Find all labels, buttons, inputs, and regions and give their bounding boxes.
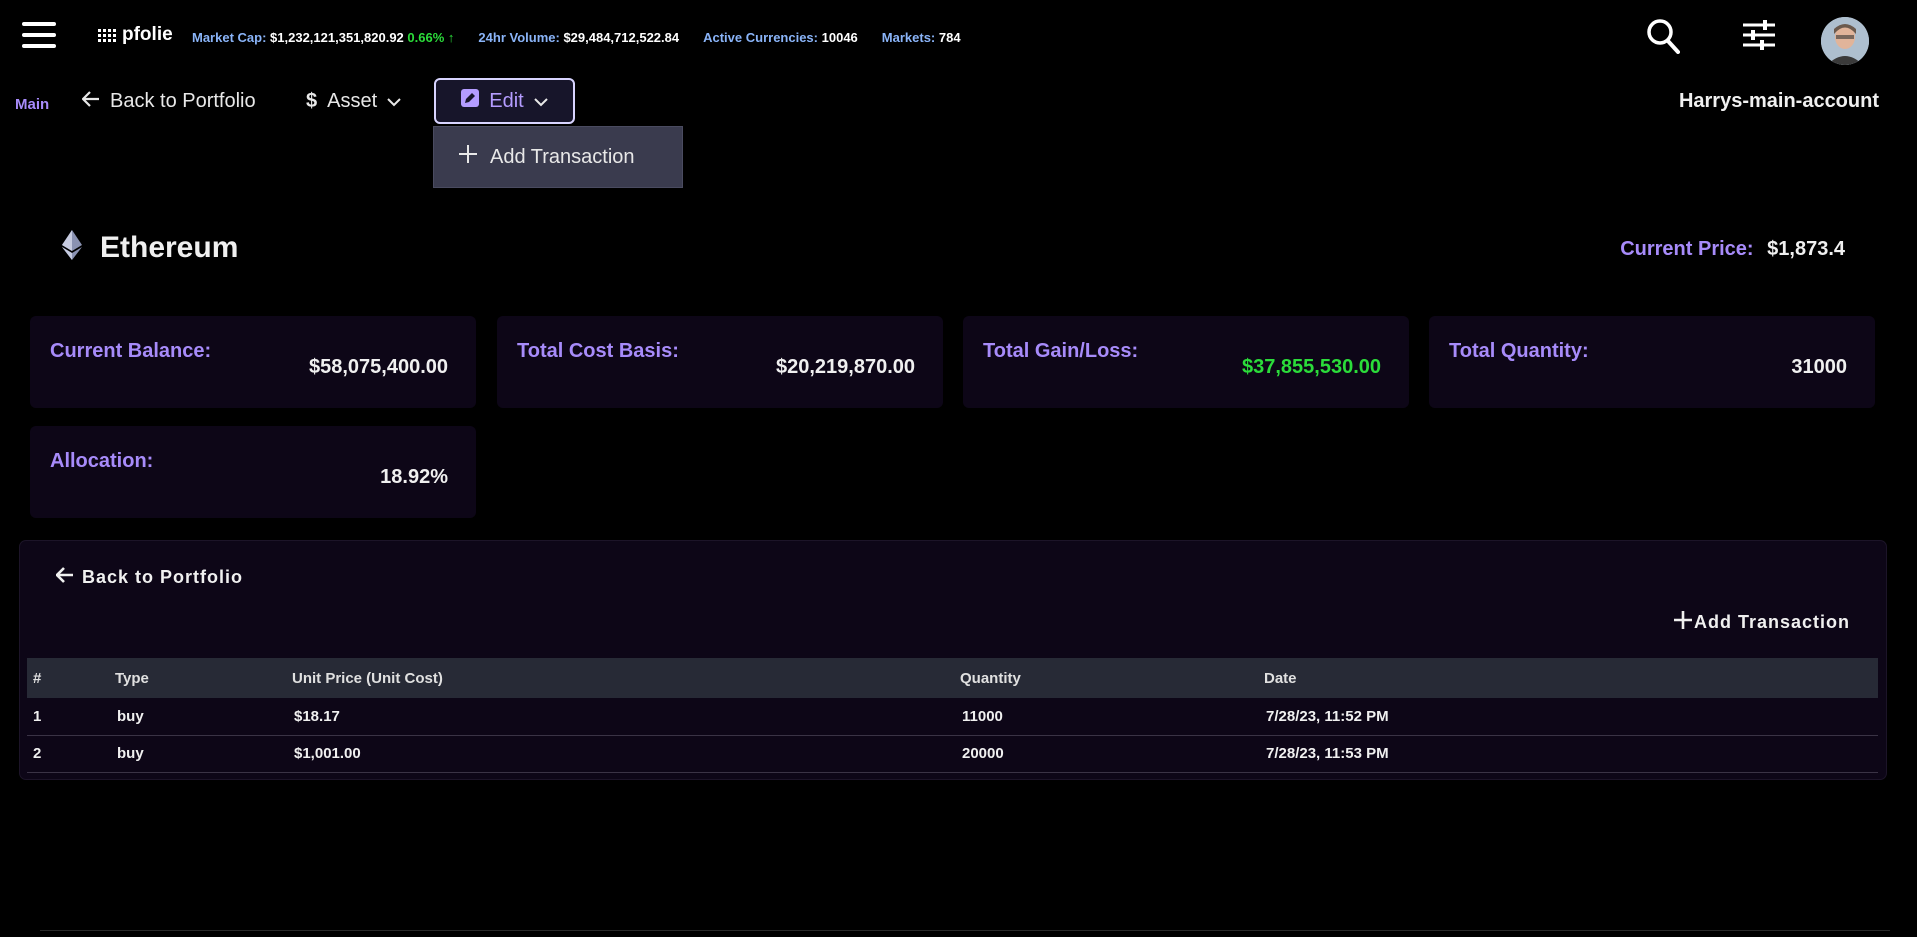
stat-change: 0.66% <box>407 30 445 45</box>
current-price-label: Current Price: <box>1620 238 1754 260</box>
logo-text: pfolie <box>122 24 173 45</box>
plus-icon <box>1673 611 1692 634</box>
current-price: Current Price: $1,873.4 <box>1620 238 1845 261</box>
stat-active-currencies: Active Currencies: 10046 <box>703 30 858 45</box>
transactions-table: # Type Unit Price (Unit Cost) Quantity D… <box>27 658 1878 773</box>
arrow-left-icon <box>55 567 74 588</box>
logo[interactable]: pfolie <box>98 24 173 46</box>
edit-icon <box>461 89 480 113</box>
stat-label: 24hr Volume: <box>478 30 560 45</box>
stat-value: $29,484,712,522.84 <box>563 30 680 45</box>
card-label: Allocation: <box>50 450 154 472</box>
panel-add-transaction-button[interactable]: Add Transaction <box>1673 611 1850 634</box>
card-total-quantity: Total Quantity: 31000 <box>1429 316 1875 408</box>
table-header-row: # Type Unit Price (Unit Cost) Quantity D… <box>27 658 1878 698</box>
card-total-gain-loss: Total Gain/Loss: $37,855,530.00 <box>963 316 1409 408</box>
chevron-down-icon <box>387 90 401 113</box>
card-label: Current Balance: <box>50 340 212 362</box>
stat-volume: 24hr Volume: $29,484,712,522.84 <box>478 30 679 45</box>
stat-markets: Markets: 784 <box>882 30 961 45</box>
column-header-quantity[interactable]: Quantity <box>960 658 1264 698</box>
stat-label: Active Currencies: <box>703 30 818 45</box>
asset-name: Ethereum <box>100 230 239 264</box>
stat-market-cap: Market Cap: $1,232,121,351,820.92 0.66% … <box>192 30 454 45</box>
cell-unit-price: $1,001.00 <box>294 745 361 762</box>
search-icon[interactable] <box>1646 18 1680 59</box>
column-header-type[interactable]: Type <box>115 658 292 698</box>
panel-back-label: Back to Portfolio <box>82 567 244 587</box>
card-total-cost-basis: Total Cost Basis: $20,219,870.00 <box>497 316 943 408</box>
cell-quantity: 20000 <box>962 745 1004 762</box>
table-row[interactable]: 1 buy $18.17 11000 7/28/23, 11:52 PM <box>27 698 1878 735</box>
footer-divider <box>40 930 1890 931</box>
asset-title: Ethereum <box>62 230 238 265</box>
panel-add-label: Add Transaction <box>1693 612 1850 632</box>
ethereum-icon <box>62 230 82 265</box>
cell-unit-price: $18.17 <box>294 707 340 725</box>
dropdown-item-label: Add Transaction <box>490 145 635 168</box>
back-to-portfolio-label: Back to Portfolio <box>110 90 256 112</box>
panel-back-to-portfolio-button[interactable]: Back to Portfolio <box>55 567 244 588</box>
card-label: Total Gain/Loss: <box>983 340 1139 362</box>
plus-icon <box>458 144 478 170</box>
top-bar: pfolie Market Cap: $1,232,121,351,820.92… <box>0 0 1917 76</box>
column-header-unit-price[interactable]: Unit Price (Unit Cost) <box>292 658 960 698</box>
stat-label: Market Cap: <box>192 30 267 45</box>
column-header-number[interactable]: # <box>27 658 115 698</box>
sub-nav: Main Back to Portfolio $ Asset Edit Harr… <box>0 78 1917 124</box>
card-label: Total Cost Basis: <box>517 340 679 362</box>
logo-icon <box>98 28 116 42</box>
edit-menu-label: Edit <box>489 89 524 112</box>
transactions-panel: Back to Portfolio Add Transaction # Type… <box>20 541 1886 779</box>
arrow-left-icon <box>81 90 100 113</box>
account-name: Harrys-main-account <box>1678 90 1879 112</box>
current-price-value: $1,873.4 <box>1767 238 1845 260</box>
asset-menu-label: Asset <box>327 90 378 112</box>
cell-quantity: 11000 <box>962 707 1003 725</box>
avatar[interactable] <box>1821 17 1869 65</box>
column-header-date[interactable]: Date <box>1264 658 1878 698</box>
card-current-balance: Current Balance: $58,075,400.00 <box>30 316 476 408</box>
cell-type: buy <box>117 745 144 762</box>
cell-number: 2 <box>33 745 42 762</box>
asset-menu[interactable]: $ Asset <box>306 90 401 113</box>
stat-label: Markets: <box>881 30 936 45</box>
table-row[interactable]: 2 buy $1,001.00 20000 7/28/23, 11:53 PM <box>27 735 1878 772</box>
cell-date: 7/28/23, 11:52 PM <box>1266 707 1389 725</box>
card-value: $20,219,870.00 <box>775 356 915 378</box>
menu-icon[interactable] <box>22 22 56 48</box>
breadcrumb-main[interactable]: Main <box>15 96 49 113</box>
card-label: Total Quantity: <box>1449 340 1589 362</box>
card-allocation: Allocation: 18.92% <box>30 426 476 518</box>
cell-type: buy <box>117 707 144 725</box>
card-value: $58,075,400.00 <box>308 356 448 378</box>
stat-value: 784 <box>938 30 961 45</box>
edit-menu-button[interactable]: Edit <box>434 78 575 124</box>
dollar-icon: $ <box>306 90 318 112</box>
chevron-down-icon <box>534 90 548 113</box>
edit-dropdown-add-transaction[interactable]: Add Transaction <box>433 126 683 188</box>
stat-value: 10046 <box>821 30 858 45</box>
filter-settings-icon[interactable] <box>1742 20 1776 55</box>
market-stats: Market Cap: $1,232,121,351,820.92 0.66% … <box>192 30 985 45</box>
cell-number: 1 <box>33 707 42 725</box>
cell-date: 7/28/23, 11:53 PM <box>1266 745 1389 762</box>
stat-value: $1,232,121,351,820.92 <box>270 30 404 45</box>
card-value: 31000 <box>1791 356 1847 378</box>
card-value: 18.92% <box>380 466 448 488</box>
arrow-up-icon: ↑ <box>447 30 455 45</box>
back-to-portfolio-link[interactable]: Back to Portfolio <box>81 90 256 113</box>
card-value: $37,855,530.00 <box>1241 356 1381 378</box>
